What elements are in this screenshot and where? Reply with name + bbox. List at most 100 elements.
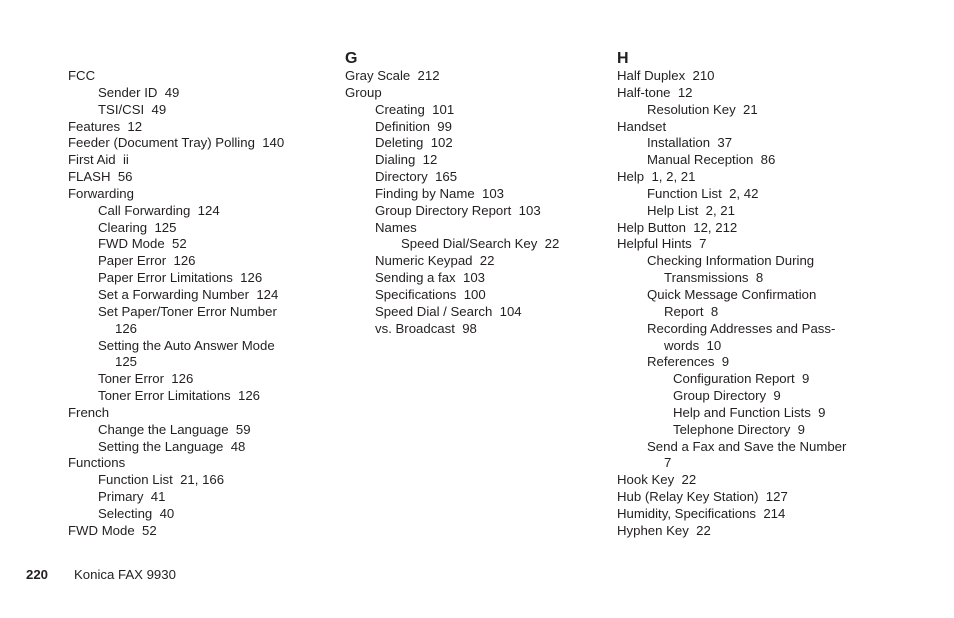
index-entry-text: Forwarding [68, 185, 134, 201]
index-page: FCC Sender ID 49 TSI/CSI 49 Features 12 Feed… [0, 0, 954, 618]
index-entry-text: Speed Dial/Search Key 22 [401, 236, 560, 252]
index-entry-text: Help and Function Lists 9 [673, 404, 826, 420]
index-entry: Functions [68, 455, 330, 472]
index-entry: Resolution Key 21 [617, 102, 887, 119]
index-entry-text: Dialing 12 [375, 152, 438, 168]
index-entry: Paper Error Limitations 126 [68, 270, 330, 287]
index-entry-text: Hyphen Key 22 [617, 522, 711, 538]
index-entry-text: Hook Key 22 [617, 472, 697, 488]
index-entry: Send a Fax and Save the Number 7 [617, 439, 887, 473]
index-entry-text: Feeder (Document Tray) Polling 140 [68, 135, 285, 151]
index-entry-text: Functions [68, 455, 126, 471]
index-entry-text: FLASH 56 [68, 169, 133, 185]
index-entry: Change the Language 59 [68, 422, 330, 439]
index-entry-list: Half Duplex 210 Half-tone 12 Resolution Ke… [617, 68, 887, 540]
index-entry-text: Telephone Directory 9 [673, 421, 805, 437]
index-entry: Deleting 102 [345, 135, 607, 152]
index-entry: Features 12 [68, 119, 330, 136]
index-entry-text: Finding by Name 103 [375, 185, 505, 201]
index-entry: Speed Dial/Search Key 22 [345, 236, 607, 253]
index-entry-text: Recording Addresses and Pass- [647, 320, 836, 336]
index-entry: FWD Mode 52 [68, 236, 330, 253]
index-entry: Function List 21, 166 [68, 472, 330, 489]
index-entry: Setting the Auto Answer Mode 125 [68, 338, 330, 372]
index-entry-text: Send a Fax and Save the Number [647, 438, 847, 454]
index-entry: Set a Forwarding Number 124 [68, 287, 330, 304]
index-entry-text: French [68, 404, 110, 420]
index-entry: FCC [68, 68, 330, 85]
index-entry-text: References 9 [647, 354, 730, 370]
index-entry: Feeder (Document Tray) Polling 140 [68, 135, 330, 152]
index-entry-text: Directory 165 [375, 169, 458, 185]
index-entry: Hub (Relay Key Station) 127 [617, 489, 887, 506]
index-entry: Checking Information During Transmissions… [617, 253, 887, 287]
index-entry: Numeric Keypad 22 [345, 253, 607, 270]
index-entry-text: Help List 2, 21 [647, 202, 735, 218]
index-entry-text: Definition 99 [375, 118, 452, 134]
index-entry-text: vs. Broadcast 98 [375, 320, 477, 336]
index-entry-text: Change the Language 59 [98, 421, 251, 437]
index-entry-text: Half-tone 12 [617, 84, 693, 100]
index-entry-text: First Aid ii [68, 152, 129, 168]
index-entry-text: Setting the Auto Answer Mode [98, 337, 275, 353]
index-entry: Sending a fax 103 [345, 270, 607, 287]
index-entry: FWD Mode 52 [68, 523, 330, 540]
index-entry-text: Half Duplex 210 [617, 68, 715, 83]
index-entry: Sender ID 49 [68, 85, 330, 102]
index-entry: Definition 99 [345, 119, 607, 136]
index-entry: Directory 165 [345, 169, 607, 186]
footer-document-title: Konica FAX 9930 [74, 567, 176, 582]
index-entry: Set Paper/Toner Error Number 126 [68, 304, 330, 338]
index-column-3: H Half Duplex 210 Half-tone 12 Resolution … [617, 50, 887, 540]
index-entry-text: Set a Forwarding Number 124 [98, 286, 279, 302]
index-column-2: G Gray Scale 212 Group Creating 101 Definit… [345, 50, 607, 338]
index-entry: Speed Dial / Search 104 [345, 304, 607, 321]
index-entry-text: Checking Information During [647, 253, 815, 269]
index-entry: Forwarding [68, 186, 330, 203]
index-entry: Group Directory Report 103 [345, 203, 607, 220]
index-entry-text: Handset [617, 118, 667, 134]
section-letter-placeholder [68, 50, 330, 68]
index-entry: Help List 2, 21 [617, 203, 887, 220]
index-entry: Half-tone 12 [617, 85, 887, 102]
index-entry: Creating 101 [345, 102, 607, 119]
index-entry-text: Paper Error 126 [98, 253, 196, 269]
index-entry-text: Names [375, 219, 417, 235]
index-entry-continuation: words 10 [664, 337, 722, 353]
index-entry: Setting the Language 48 [68, 439, 330, 456]
index-entry: Dialing 12 [345, 152, 607, 169]
index-entry-text: Call Forwarding 124 [98, 202, 220, 218]
index-entry-text: Hub (Relay Key Station) 127 [617, 489, 788, 505]
index-column-1: FCC Sender ID 49 TSI/CSI 49 Features 12 Feed… [68, 50, 330, 540]
index-entry: Clearing 125 [68, 220, 330, 237]
index-entry-text: Paper Error Limitations 126 [98, 270, 263, 286]
index-entry: Names [345, 220, 607, 237]
index-entry: Hook Key 22 [617, 472, 887, 489]
index-entry-text: Configuration Report 9 [673, 371, 810, 387]
index-entry-text: Manual Reception 86 [647, 152, 776, 168]
index-entry: First Aid ii [68, 152, 330, 169]
index-entry-continuation: 126 [115, 320, 138, 336]
index-entry: Function List 2, 42 [617, 186, 887, 203]
index-entry-text: Group Directory Report 103 [375, 202, 541, 218]
index-entry: Call Forwarding 124 [68, 203, 330, 220]
index-entry-text: Clearing 125 [98, 219, 177, 235]
index-entry: Hyphen Key 22 [617, 523, 887, 540]
index-entry: French [68, 405, 330, 422]
index-entry-text: Primary 41 [98, 489, 166, 505]
index-entry: Finding by Name 103 [345, 186, 607, 203]
index-entry: vs. Broadcast 98 [345, 321, 607, 338]
index-entry: Configuration Report 9 [617, 371, 887, 388]
index-entry: Gray Scale 212 [345, 68, 607, 85]
index-entry-text: Function List 2, 42 [647, 185, 759, 201]
index-entry: Primary 41 [68, 489, 330, 506]
index-entry-list: Gray Scale 212 Group Creating 101 Definitio… [345, 68, 607, 338]
section-letter-h: H [617, 50, 629, 67]
index-entry-text: Function List 21, 166 [98, 472, 225, 488]
index-entry: Telephone Directory 9 [617, 422, 887, 439]
index-entry-text: Group [345, 84, 382, 100]
index-entry-text: Setting the Language 48 [98, 438, 246, 454]
index-entry-text: Speed Dial / Search 104 [375, 303, 522, 319]
index-entry-text: TSI/CSI 49 [98, 101, 167, 117]
index-entry-list: FCC Sender ID 49 TSI/CSI 49 Features 12 Feed… [68, 68, 330, 540]
